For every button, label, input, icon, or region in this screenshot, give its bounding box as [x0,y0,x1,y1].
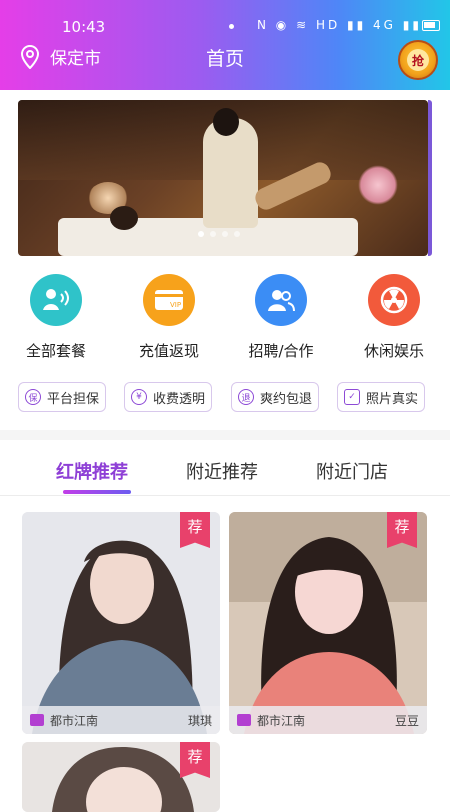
vip-card-icon: VIP [143,274,195,326]
pagination-dot[interactable] [234,231,240,237]
badge-platform-guarantee[interactable]: 保 平台担保 [18,382,107,412]
recommended-tag: 荐 [180,512,210,548]
menu-all-packages[interactable]: 全部套餐 [6,274,106,361]
guarantee-badges: 保 平台担保 ¥ 收费透明 退 爽约包退 ✓ 照片真实 [0,382,450,414]
svg-text:VIP: VIP [170,301,181,309]
yen-icon: ¥ [131,389,147,405]
app-header: 10:43 N ◉ ≋ HD ▮▮ 4G ▮▮ 保定市 首页 抢 [0,0,450,90]
banner-flowers [358,165,398,205]
radiation-icon [368,274,420,326]
badge-transparent-fees[interactable]: ¥ 收费透明 [124,382,213,412]
badge-label: 爽约包退 [260,391,313,407]
recommended-tag: 荐 [387,512,417,548]
menu-label: 招聘/合作 [248,342,314,360]
active-tab-indicator [63,490,131,494]
menu-recharge-cashback[interactable]: VIP 充值返现 [119,274,219,361]
card-footer: 都市江南 琪琪 [22,706,220,734]
menu-leisure[interactable]: 休闲娱乐 [344,274,444,361]
profile-card[interactable]: 荐 都市江南 琪琪 [22,512,220,734]
menu-recruit-cooperate[interactable]: 招聘/合作 [231,274,331,361]
banner-pagination [198,231,240,237]
banner-client [110,206,138,230]
shop-icon [237,714,251,726]
profile-card[interactable]: 荐 都市江南 豆豆 [229,512,427,734]
section-divider [0,430,450,440]
menu-label: 休闲娱乐 [363,342,424,360]
status-bar: 10:43 N ◉ ≋ HD ▮▮ 4G ▮▮ [0,0,450,38]
menu-label: 充值返现 [138,342,199,360]
all-packages-icon [30,274,82,326]
tab-top-recommend[interactable]: 红牌推荐 [56,458,128,484]
category-menu: 全部套餐 VIP 充值返现 招聘/合作 休闲娱乐 [0,274,450,364]
next-banner-peek[interactable] [428,100,432,256]
status-time: 10:43 [62,18,106,36]
recommend-tabs: 红牌推荐 附近推荐 附近门店 [0,446,450,496]
menu-label: 全部套餐 [25,342,86,360]
badge-real-photos[interactable]: ✓ 照片真实 [337,382,426,412]
pagination-dot[interactable] [210,231,216,237]
banner-therapist-head [213,108,239,136]
tab-nearby-stores[interactable]: 附近门店 [316,458,388,484]
badge-label: 收费透明 [153,391,206,407]
shield-guarantee-icon: 保 [25,389,41,405]
grab-red-packet-button[interactable]: 抢 [398,40,438,80]
badge-no-show-refund[interactable]: 退 爽约包退 [231,382,320,412]
tab-nearby-recommend[interactable]: 附近推荐 [186,458,258,484]
profile-photo [229,512,427,734]
people-icon [255,274,307,326]
notification-dot [229,24,234,29]
pagination-dot[interactable] [198,231,204,237]
profile-card[interactable]: 荐 [22,742,220,812]
shop-icon [30,714,44,726]
grab-label: 抢 [407,49,429,71]
status-icons: N ◉ ≋ HD ▮▮ 4G ▮▮ [257,18,422,32]
refund-icon: 退 [238,389,254,405]
profile-photo [22,512,220,734]
person-name: 豆豆 [394,713,419,728]
person-name: 琪琪 [187,713,212,728]
shop-name: 都市江南 [50,713,99,728]
page-title: 首页 [205,48,244,70]
card-footer: 都市江南 豆豆 [229,706,427,734]
badge-label: 平台担保 [47,391,100,407]
pagination-dot[interactable] [222,231,228,237]
badge-label: 照片真实 [366,391,419,407]
battery-icon [422,20,440,31]
shop-name: 都市江南 [257,713,306,728]
shield-check-icon: ✓ [344,389,360,405]
recommended-tag: 荐 [180,742,210,778]
